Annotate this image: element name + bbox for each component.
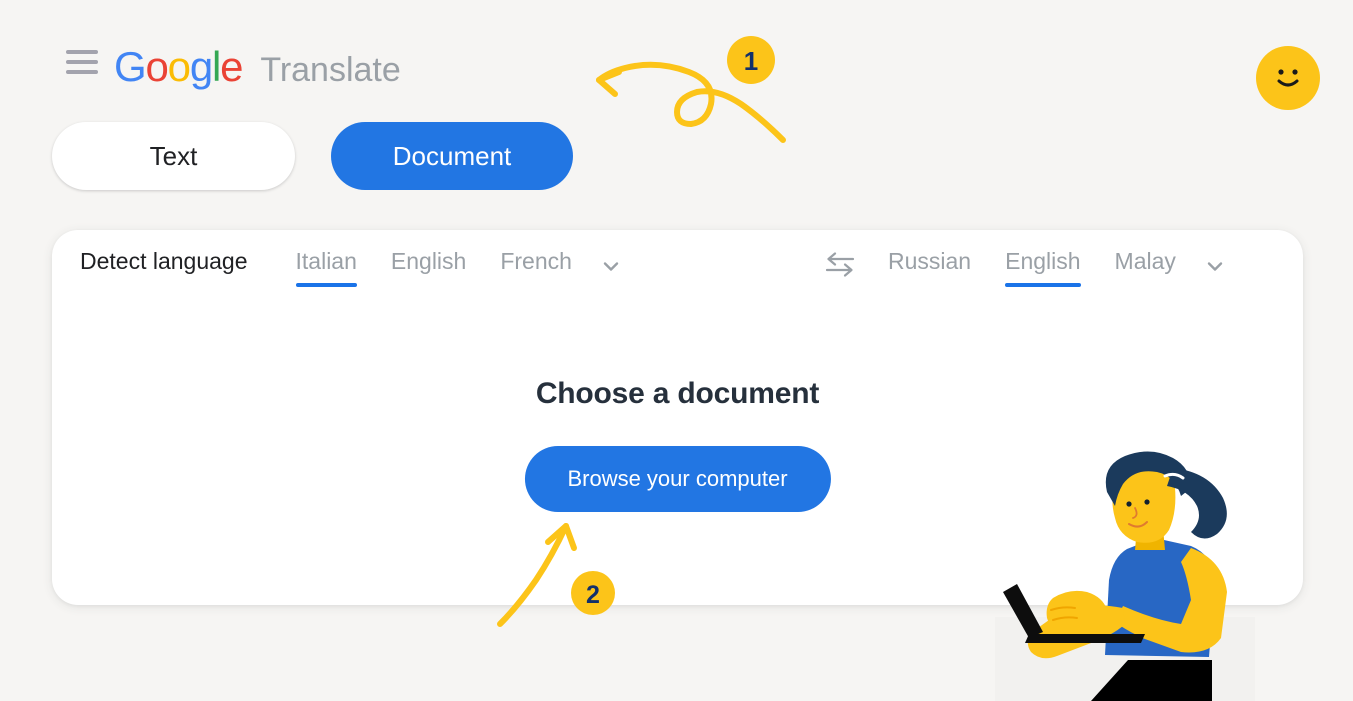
target-lang-malay[interactable]: Malay <box>1115 244 1176 287</box>
google-wordmark: Google <box>114 43 244 90</box>
language-selection-bar: Detect language Italian English French R… <box>52 230 1303 296</box>
google-letter-e: e <box>220 43 243 90</box>
chevron-down-glyph <box>603 261 619 271</box>
target-lang-russian[interactable]: Russian <box>888 244 971 287</box>
document-upload-panel: Choose a document Browse your computer <box>52 296 1303 605</box>
google-letter-g: G <box>114 43 147 90</box>
chevron-down-glyph <box>1207 261 1223 271</box>
source-lang-italian[interactable]: Italian <box>295 244 358 287</box>
translate-card: Detect language Italian English French R… <box>52 230 1303 605</box>
google-letter-o2: o <box>167 43 191 90</box>
target-more-languages-chevron-down-icon[interactable] <box>1202 253 1228 279</box>
tab-document[interactable]: Document <box>331 122 573 190</box>
google-letter-l: l <box>212 43 221 90</box>
app-header: Google Translate <box>0 0 1353 118</box>
smiley-face-avatar-icon[interactable] <box>1256 46 1320 110</box>
choose-document-title: Choose a document <box>535 377 820 410</box>
hamburger-bar <box>66 60 98 64</box>
google-letter-o1: o <box>145 43 168 90</box>
target-lang-english[interactable]: English <box>1005 244 1081 287</box>
source-lang-french[interactable]: French <box>500 244 572 287</box>
google-letter-g2: g <box>189 43 213 90</box>
avatar-face-glyph <box>1277 69 1299 87</box>
product-name: Translate <box>260 51 401 89</box>
mode-tab-group: Text Document <box>52 122 573 190</box>
tab-text[interactable]: Text <box>52 122 295 190</box>
hamburger-bar <box>66 50 98 54</box>
swap-arrows-glyph <box>825 251 855 277</box>
hamburger-menu-icon[interactable] <box>66 50 98 74</box>
target-language-group: Russian English Malay <box>822 244 1228 287</box>
browse-your-computer-button[interactable]: Browse your computer <box>524 446 831 512</box>
source-language-group: Detect language Italian English French <box>80 244 624 287</box>
source-lang-english[interactable]: English <box>391 244 466 287</box>
hamburger-bar <box>66 70 98 74</box>
source-detect-language[interactable]: Detect language <box>80 244 248 287</box>
brand-logo[interactable]: Google Translate <box>114 46 401 88</box>
swap-languages-icon[interactable] <box>822 249 888 279</box>
source-more-languages-chevron-down-icon[interactable] <box>598 253 624 279</box>
